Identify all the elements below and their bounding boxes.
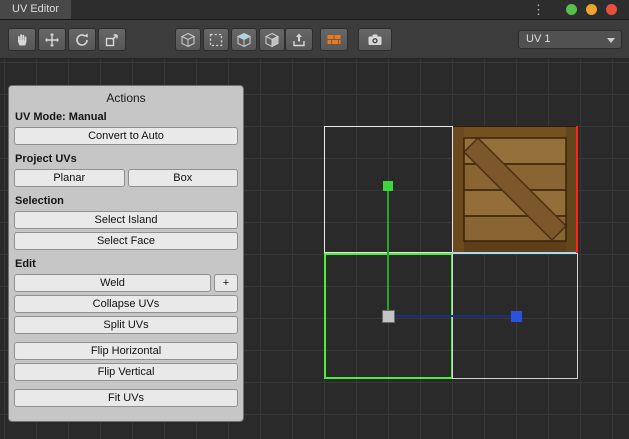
move-tool-button[interactable] — [38, 28, 66, 51]
flip-vertical-button[interactable]: Flip Vertical — [14, 363, 238, 381]
kebab-menu-icon[interactable]: ⋮ — [532, 2, 545, 17]
window-title: UV Editor — [12, 3, 59, 15]
hand-icon — [14, 32, 30, 48]
fit-uvs-button[interactable]: Fit UVs — [14, 389, 238, 407]
project-uv-button[interactable] — [285, 28, 313, 51]
crate-texture-quad[interactable] — [452, 126, 578, 253]
toolbar: UV 1 — [0, 20, 629, 59]
cube-icon — [180, 32, 196, 48]
bricks-icon — [326, 32, 342, 48]
face-mode-button[interactable] — [259, 28, 285, 51]
weld-row: Weld + — [14, 274, 238, 292]
tool-group-element-modes — [175, 28, 285, 51]
render-template-group — [358, 28, 392, 51]
select-face-button[interactable]: Select Face — [14, 232, 238, 250]
wood-crate-texture — [452, 126, 578, 253]
weld-button[interactable]: Weld — [14, 274, 211, 292]
object-mode-button[interactable] — [175, 28, 201, 51]
rotate-icon — [74, 32, 90, 48]
rotate-tool-button[interactable] — [68, 28, 96, 51]
highlighted-edge-red[interactable] — [576, 126, 578, 253]
tab-bar: UV Editor ⋮ — [0, 0, 629, 20]
weld-settings-button[interactable]: + — [214, 274, 238, 292]
export-arrow-icon — [291, 32, 307, 48]
highlighted-edge-light-blue[interactable] — [452, 252, 578, 254]
edit-label: Edit — [15, 258, 238, 270]
project-uvs-row: Planar Box — [14, 169, 238, 187]
flip-horizontal-button[interactable]: Flip Horizontal — [14, 342, 238, 360]
select-island-button[interactable]: Select Island — [14, 211, 238, 229]
actions-panel: Actions UV Mode: Manual Convert to Auto … — [8, 85, 244, 422]
uv-channel-value: UV 1 — [526, 33, 550, 45]
tool-group-transform — [8, 28, 126, 51]
frame-tool-button[interactable] — [98, 28, 126, 51]
camera-button[interactable] — [358, 28, 392, 51]
vertex-mode-button[interactable] — [203, 28, 229, 51]
gizmo-handle-blue[interactable] — [511, 311, 522, 322]
marquee-icon — [208, 32, 224, 48]
uv-canvas[interactable]: Actions UV Mode: Manual Convert to Auto … — [0, 59, 629, 439]
move-icon — [44, 32, 60, 48]
pan-tool-button[interactable] — [8, 28, 36, 51]
selection-label: Selection — [15, 195, 238, 207]
collapse-uvs-button[interactable]: Collapse UVs — [14, 295, 238, 313]
actions-panel-title: Actions — [14, 89, 238, 109]
project-uvs-label: Project UVs — [15, 153, 238, 165]
camera-icon — [367, 32, 383, 48]
chevron-down-icon — [607, 38, 615, 43]
texture-view-button[interactable] — [320, 28, 348, 51]
status-dot-red[interactable] — [606, 4, 617, 15]
cube-top-highlight-icon — [236, 32, 252, 48]
split-uvs-button[interactable]: Split UVs — [14, 316, 238, 334]
cube-face-icon — [264, 32, 280, 48]
texture-view-group — [320, 28, 348, 51]
edge-mode-button[interactable] — [231, 28, 257, 51]
convert-to-auto-button[interactable]: Convert to Auto — [14, 127, 238, 145]
gizmo-axis-y-green — [387, 186, 389, 316]
status-dot-yellow[interactable] — [586, 4, 597, 15]
uv-channel-dropdown[interactable]: UV 1 — [518, 30, 622, 49]
status-dot-green[interactable] — [566, 4, 577, 15]
frame-arrow-icon — [104, 32, 120, 48]
gizmo-handle-center[interactable] — [382, 310, 395, 323]
gizmo-axis-x-blue — [388, 315, 516, 317]
planar-button[interactable]: Planar — [14, 169, 125, 187]
uv-mode-label: UV Mode: Manual — [15, 111, 238, 123]
uv-editor-window: UV Editor ⋮ — [0, 0, 629, 439]
tab-uv-editor[interactable]: UV Editor — [0, 0, 71, 19]
project-uv-group — [285, 28, 313, 51]
box-button[interactable]: Box — [128, 169, 239, 187]
gizmo-handle-green[interactable] — [383, 181, 393, 191]
